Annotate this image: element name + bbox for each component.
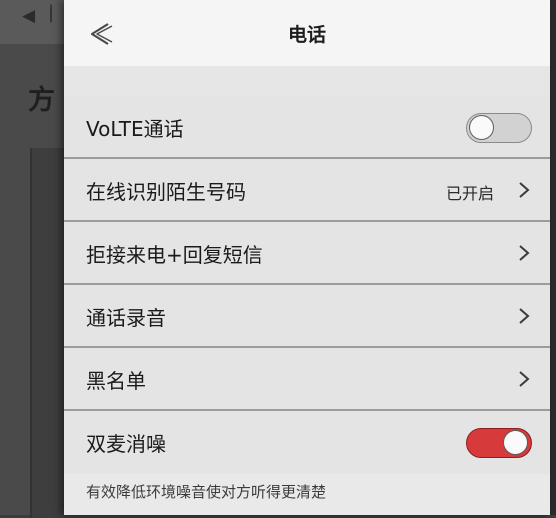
setting-label: 拒接来电+回复短信 <box>86 243 263 267</box>
toggle-knob <box>469 115 494 140</box>
chevron-right-icon <box>519 182 530 198</box>
noise-cancel-toggle[interactable] <box>466 428 532 458</box>
setting-row-decline-reply[interactable]: 拒接来电+回复短信 <box>64 222 550 285</box>
setting-label: 通话录音 <box>86 306 166 330</box>
settings-list: VoLTE通话 在线识别陌生号码 已开启 拒接来电+回复短信 通话录音 黑名单 … <box>64 96 550 474</box>
background-heading: 方 <box>28 85 55 116</box>
setting-row-caller-id[interactable]: 在线识别陌生号码 已开启 <box>64 159 550 222</box>
background-toolbar: ◀ | <box>0 0 70 44</box>
setting-row-blacklist[interactable]: 黑名单 <box>64 348 550 411</box>
setting-row-noise-cancel[interactable]: 双麦消噪 <box>64 411 550 474</box>
noise-cancel-description: 有效降低环境噪音使对方听得更清楚 <box>64 474 550 514</box>
page-title: 电话 <box>287 24 326 46</box>
chevron-right-icon <box>519 245 530 261</box>
setting-label: 黑名单 <box>86 369 146 393</box>
chevron-right-icon <box>519 371 530 387</box>
background-toolbar-text: | <box>48 2 55 23</box>
background-back-icon[interactable]: ◀ <box>22 6 35 26</box>
setting-label: 双麦消噪 <box>86 432 166 456</box>
navigation-bar: 电话 <box>64 0 550 66</box>
section-spacer <box>64 66 550 96</box>
setting-row-call-recording[interactable]: 通话录音 <box>64 285 550 348</box>
setting-label: VoLTE通话 <box>86 117 184 141</box>
phone-settings-panel: 电话 VoLTE通话 在线识别陌生号码 已开启 拒接来电+回复短信 通话录音 黑… <box>64 0 550 515</box>
volte-toggle[interactable] <box>466 113 532 143</box>
right-edge-strip <box>550 0 556 515</box>
setting-row-volte[interactable]: VoLTE通话 <box>64 96 550 159</box>
chevron-right-icon <box>519 308 530 324</box>
toggle-knob <box>503 430 528 455</box>
setting-status-value: 已开启 <box>445 184 494 203</box>
setting-label: 在线识别陌生号码 <box>86 180 246 204</box>
